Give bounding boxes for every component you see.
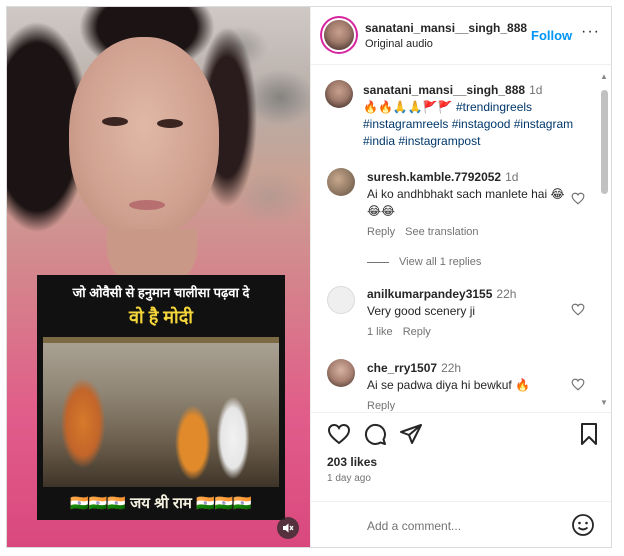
commenter-avatar[interactable]	[327, 168, 355, 196]
comments-list[interactable]: sanatani_mansi__singh_888 1d 🔥🔥🙏🙏🚩🚩 #tren…	[311, 66, 611, 411]
author-username[interactable]: sanatani_mansi__singh_888	[365, 21, 527, 35]
comment-time: 1d	[505, 170, 519, 184]
speaker-muted-icon[interactable]	[277, 517, 299, 539]
comment-username-text[interactable]: suresh.kamble.7792052	[367, 170, 501, 184]
save-icon[interactable]	[577, 422, 601, 446]
likes-count[interactable]: 203 likes	[327, 455, 377, 469]
poster-photo	[43, 337, 279, 487]
heart-icon[interactable]	[327, 422, 351, 446]
add-comment-bar: Add a comment...	[311, 501, 611, 547]
view-replies-label[interactable]: View all 1 replies	[399, 256, 481, 268]
post-actions: 203 likes 1 day ago	[311, 412, 611, 502]
replies-divider	[367, 261, 389, 263]
post-dialog: जो ओवैसी से हनुमान चालीसा पढ़वा दे वो है…	[6, 6, 612, 548]
reply-button[interactable]: Reply	[367, 226, 395, 238]
comment-time: 22h	[496, 287, 517, 301]
poster-headline: जो ओवैसी से हनुमान चालीसा पढ़वा दे	[72, 285, 250, 300]
poster-subheadline: वो है मोदी	[129, 307, 193, 327]
comment-meta: 1 like Reply	[367, 326, 441, 338]
follow-button[interactable]: Follow	[531, 28, 572, 43]
comment-text: Very good scenery ji	[367, 304, 476, 318]
lips	[129, 200, 165, 210]
scroll-down-icon[interactable]: ▼	[599, 398, 609, 407]
post-sidebar: sanatani_mansi__singh_888 Original audio…	[310, 7, 611, 547]
comment-meta: Reply See translation	[367, 226, 489, 238]
left-eye	[102, 117, 128, 126]
comment-text: Ai se padwa diya hi bewkuf 🔥	[367, 378, 531, 392]
comment-icon[interactable]	[363, 422, 387, 446]
comment-like-icon[interactable]	[571, 303, 585, 319]
see-translation-button[interactable]: See translation	[405, 226, 478, 238]
right-eye	[157, 119, 183, 128]
comment-input[interactable]: Add a comment...	[367, 519, 461, 533]
comment-text: Ai ko andhbhakt sach manlete hai 😂😂😂	[367, 187, 565, 218]
reply-button[interactable]: Reply	[367, 400, 395, 411]
audio-label[interactable]: Original audio	[365, 38, 433, 50]
comment-username-text[interactable]: anilkumarpandey3155	[367, 287, 492, 301]
post-header: sanatani_mansi__singh_888 Original audio…	[311, 7, 611, 65]
more-options-icon[interactable]: ···	[581, 23, 600, 41]
comment-username[interactable]: suresh.kamble.7792052 1d	[367, 170, 518, 184]
comment-username-text[interactable]: che_rry1507	[367, 361, 437, 375]
view-replies-button[interactable]: View all 1 replies	[367, 256, 481, 268]
comment-like-icon[interactable]	[571, 378, 585, 394]
video-overlay-poster: जो ओवैसी से हनुमान चालीसा पढ़वा दे वो है…	[37, 275, 285, 520]
reel-video[interactable]: जो ओवैसी से हनुमान चालीसा पढ़वा दे वो है…	[7, 7, 310, 547]
scroll-up-icon[interactable]: ▲	[599, 72, 609, 81]
comment-username[interactable]: anilkumarpandey3155 22h	[367, 287, 516, 301]
caption-time: 1d	[529, 83, 543, 97]
caption-avatar[interactable]	[325, 80, 353, 108]
caption-text: sanatani_mansi__singh_888 1d 🔥🔥🙏🙏🚩🚩 #tren…	[363, 82, 597, 150]
comment-username[interactable]: che_rry1507 22h	[367, 361, 461, 375]
post-timestamp[interactable]: 1 day ago	[327, 473, 371, 484]
comment-like-icon[interactable]	[571, 192, 585, 208]
author-avatar[interactable]	[324, 20, 354, 50]
comments-scrollbar[interactable]: ▲ ▼	[598, 72, 610, 407]
caption-emojis: 🔥🔥🙏🙏🚩🚩	[363, 100, 456, 114]
comment-meta: Reply	[367, 400, 405, 411]
comment-time: 22h	[441, 361, 462, 375]
smiley-icon[interactable]	[571, 513, 595, 537]
caption-username[interactable]: sanatani_mansi__singh_888	[363, 83, 525, 97]
poster-footer: 🇮🇳🇮🇳🇮🇳 जय श्री राम 🇮🇳🇮🇳🇮🇳	[69, 495, 253, 512]
commenter-avatar[interactable]	[327, 359, 355, 387]
share-icon[interactable]	[399, 422, 423, 446]
commenter-avatar[interactable]	[327, 286, 355, 314]
comment-likes-count[interactable]: 1 like	[367, 326, 393, 338]
scrollbar-thumb[interactable]	[601, 90, 608, 194]
reply-button[interactable]: Reply	[403, 326, 431, 338]
